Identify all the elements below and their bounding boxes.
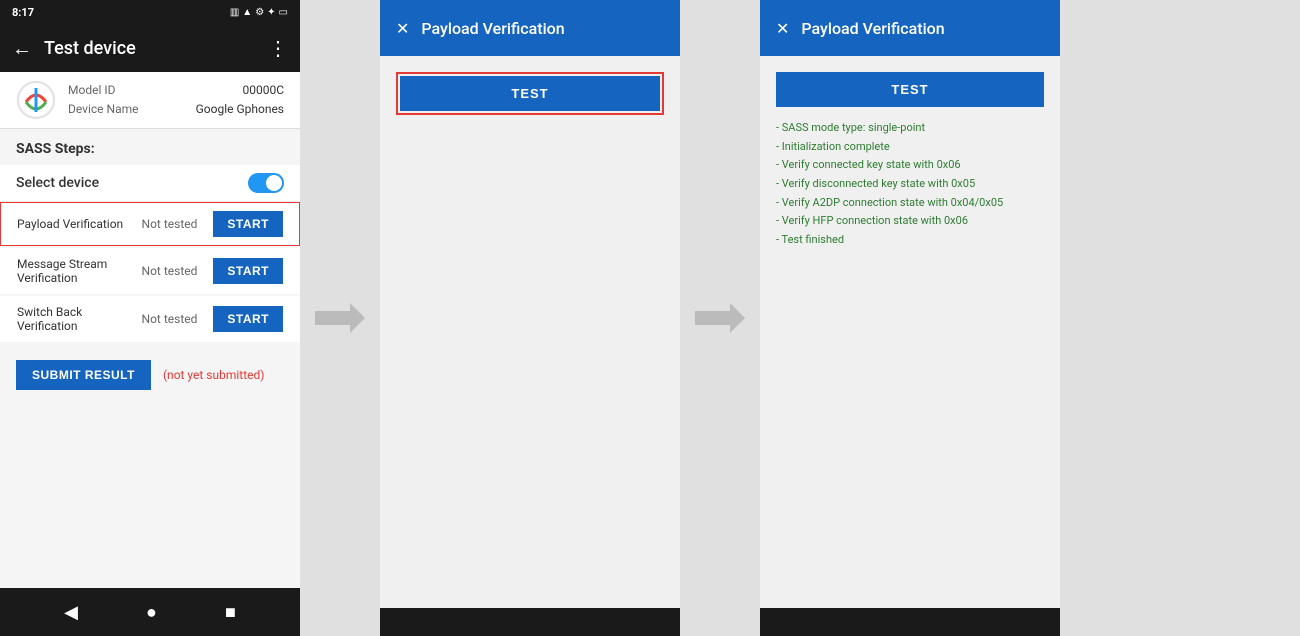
submit-row: SUBMIT RESULT (not yet submitted) <box>0 344 300 406</box>
device-name-value: Google Gphones <box>196 100 284 119</box>
nav-home-button[interactable]: ● <box>146 602 157 623</box>
step-name-message: Message Stream Verification <box>17 257 134 285</box>
dialog-header-2: ✕ Payload Verification <box>760 0 1060 56</box>
phone-content: ← Test device ⋮ Model ID 00000C Device N… <box>0 24 300 588</box>
result-text: - SASS mode type: single-point- Initiali… <box>776 119 1044 250</box>
right-arrow-1 <box>315 303 365 333</box>
status-time: 8:17 <box>12 6 34 19</box>
start-button-message[interactable]: START <box>213 258 283 284</box>
start-button-payload[interactable]: START <box>213 211 283 237</box>
step-row-switch: Switch Back Verification Not tested STAR… <box>0 296 300 342</box>
step-name-switch: Switch Back Verification <box>17 305 134 333</box>
settings-icon: ⚙ <box>255 7 264 18</box>
result-line: - Verify A2DP connection state with 0x04… <box>776 194 1044 213</box>
menu-button[interactable]: ⋮ <box>268 36 288 60</box>
device-name-row: Device Name Google Gphones <box>68 100 284 119</box>
dialog-title-2: Payload Verification <box>801 19 944 38</box>
signal-icon: ▥ <box>230 7 239 18</box>
dialog-body-2: TEST - SASS mode type: single-point- Ini… <box>760 56 1060 608</box>
arrow-separator-2 <box>680 0 760 636</box>
status-bar: 8:17 ▥ ▲ ⚙ ✦ ▭ <box>0 0 300 24</box>
result-line: - Initialization complete <box>776 138 1044 157</box>
device-details: Model ID 00000C Device Name Google Gphon… <box>68 81 284 119</box>
sass-steps-header: SASS Steps: <box>0 129 300 165</box>
nav-bar: ◀ ● ■ <box>0 588 300 636</box>
model-id-label: Model ID <box>68 81 115 100</box>
phone-frame: 8:17 ▥ ▲ ⚙ ✦ ▭ ← Test device ⋮ Mo <box>0 0 300 636</box>
select-device-label: Select device <box>16 175 248 191</box>
page-title: Test device <box>44 38 256 59</box>
step-status-payload: Not tested <box>142 217 198 231</box>
back-button[interactable]: ← <box>12 36 32 61</box>
nav-recent-button[interactable]: ■ <box>225 602 236 623</box>
dialog-title-1: Payload Verification <box>421 19 564 38</box>
result-line: - Verify disconnected key state with 0x0… <box>776 175 1044 194</box>
nav-back-button[interactable]: ◀ <box>64 602 78 623</box>
submit-result-button[interactable]: SUBMIT RESULT <box>16 360 151 390</box>
result-line: - Verify connected key state with 0x06 <box>776 156 1044 175</box>
select-device-toggle[interactable] <box>248 173 284 193</box>
dialog-panel-1: ✕ Payload Verification TEST <box>380 0 680 636</box>
phone-toolbar: ← Test device ⋮ <box>0 24 300 72</box>
step-status-message: Not tested <box>142 264 198 278</box>
result-line: - Verify HFP connection state with 0x06 <box>776 212 1044 231</box>
result-line: - SASS mode type: single-point <box>776 119 1044 138</box>
dialog-footer-1 <box>380 608 680 636</box>
dialog-close-button-1[interactable]: ✕ <box>396 19 409 38</box>
model-id-value: 00000C <box>242 81 284 100</box>
dialog-footer-2 <box>760 608 1060 636</box>
dialog-body-1: TEST <box>380 56 680 608</box>
model-id-row: Model ID 00000C <box>68 81 284 100</box>
step-row-payload: Payload Verification Not tested START <box>0 202 300 246</box>
select-device-row: Select device <box>0 165 300 202</box>
dialog-panel-2: ✕ Payload Verification TEST - SASS mode … <box>760 0 1060 636</box>
device-name-label: Device Name <box>68 100 139 119</box>
test-button-2[interactable]: TEST <box>776 72 1044 107</box>
start-button-switch[interactable]: START <box>213 306 283 332</box>
arrow-separator-1 <box>300 0 380 636</box>
step-row-message: Message Stream Verification Not tested S… <box>0 248 300 294</box>
step-name-payload: Payload Verification <box>17 217 134 231</box>
step-status-switch: Not tested <box>142 312 198 326</box>
test-button-1[interactable]: TEST <box>400 76 660 111</box>
status-icons: ▥ ▲ ⚙ ✦ ▭ <box>230 7 288 18</box>
test-btn-wrapper-1: TEST <box>396 72 664 115</box>
bluetooth-icon: ✦ <box>267 7 275 18</box>
wifi-icon: ▲ <box>242 7 252 18</box>
device-logo <box>16 80 56 120</box>
dialog-close-button-2[interactable]: ✕ <box>776 19 789 38</box>
right-arrow-2 <box>695 303 745 333</box>
result-line: - Test finished <box>776 231 1044 250</box>
submit-status-text: (not yet submitted) <box>163 368 265 382</box>
battery-icon: ▭ <box>279 7 288 18</box>
dialog-header-1: ✕ Payload Verification <box>380 0 680 56</box>
device-info: Model ID 00000C Device Name Google Gphon… <box>0 72 300 129</box>
